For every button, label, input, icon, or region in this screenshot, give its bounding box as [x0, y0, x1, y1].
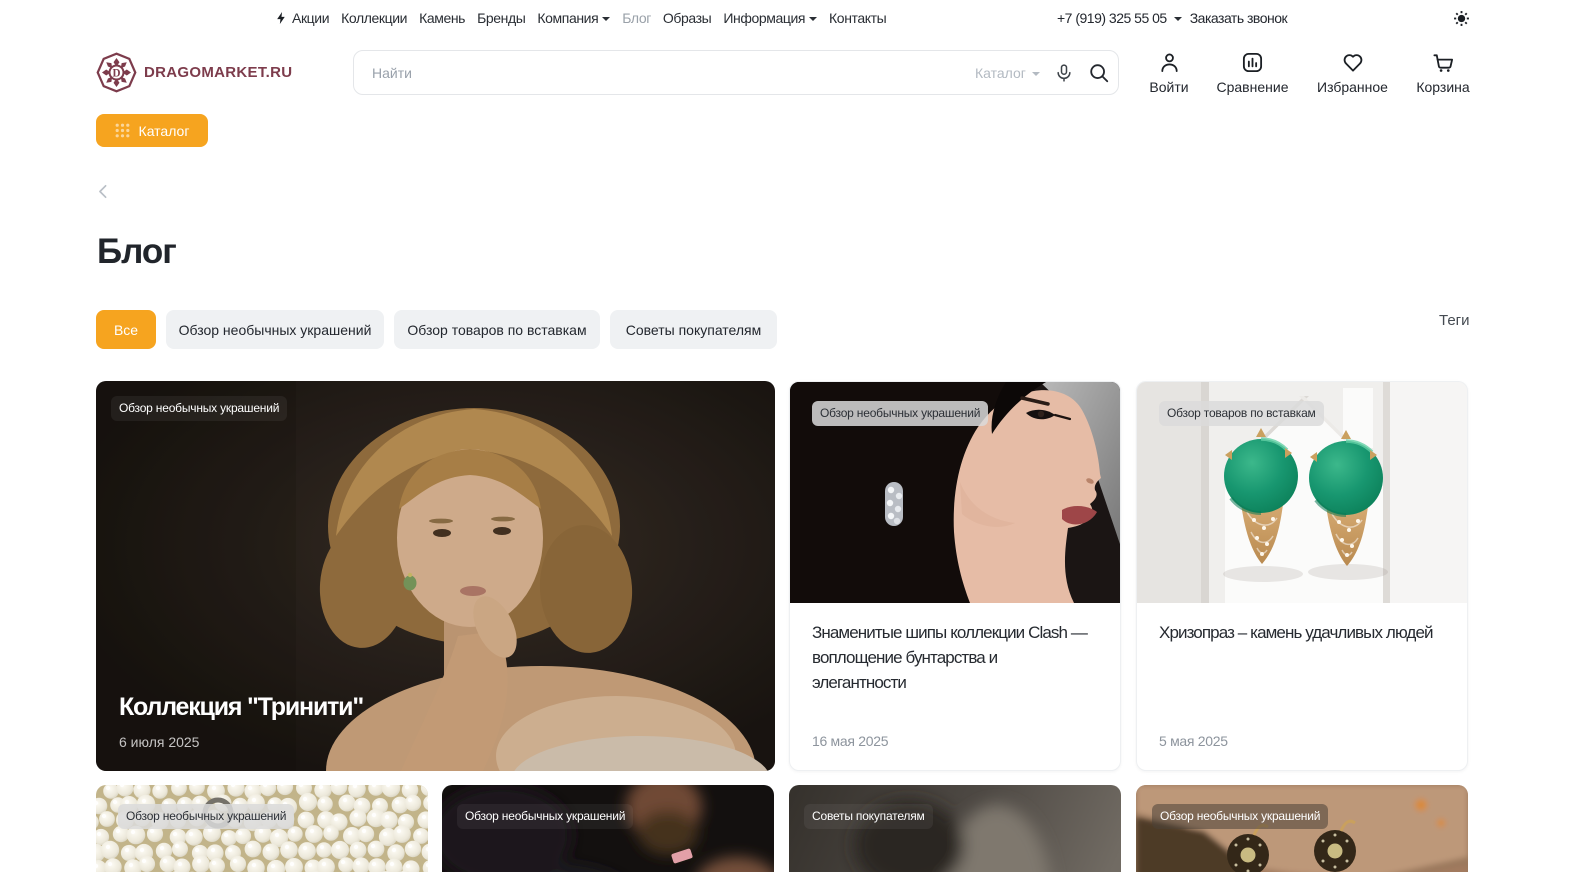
svg-text:D: D: [112, 67, 120, 79]
